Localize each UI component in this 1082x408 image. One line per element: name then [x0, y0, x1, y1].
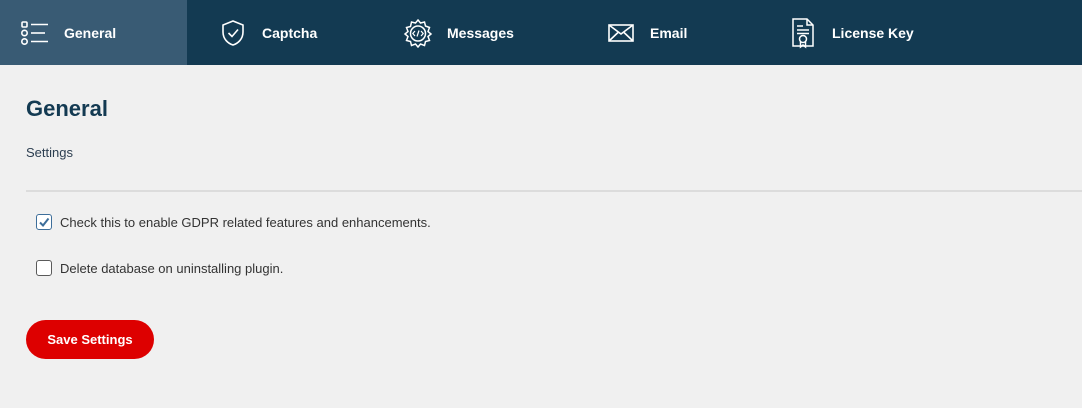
tab-general[interactable]: General — [0, 0, 187, 65]
delete-db-checkbox[interactable] — [36, 260, 52, 276]
checkmark-icon — [39, 217, 50, 228]
tab-email[interactable]: Email — [606, 0, 687, 65]
gdpr-checkbox[interactable] — [36, 214, 52, 230]
tab-captcha-label: Captcha — [262, 24, 318, 41]
page-title: General — [26, 96, 108, 121]
code-gear-icon — [403, 18, 433, 48]
tab-email-label: Email — [650, 24, 688, 41]
certificate-icon — [788, 17, 818, 49]
section-divider — [26, 190, 1082, 192]
tab-license-key-label: License Key — [832, 24, 914, 41]
gdpr-option[interactable]: Check this to enable GDPR related featur… — [36, 214, 431, 230]
gdpr-option-label: Check this to enable GDPR related featur… — [60, 214, 431, 230]
tab-bar: General Captcha Messages Email License K… — [0, 0, 1082, 65]
list-icon — [20, 18, 50, 48]
tab-messages-label: Messages — [447, 24, 514, 41]
delete-db-option-label: Delete database on uninstalling plugin. — [60, 260, 284, 276]
save-settings-button[interactable]: Save Settings — [26, 320, 154, 359]
tab-general-label: General — [64, 24, 117, 41]
delete-db-option[interactable]: Delete database on uninstalling plugin. — [36, 260, 283, 276]
tab-license-key[interactable]: License Key — [788, 0, 914, 65]
envelope-icon — [606, 18, 636, 48]
section-label: Settings — [26, 145, 73, 160]
tab-messages[interactable]: Messages — [403, 0, 514, 65]
tab-captcha[interactable]: Captcha — [218, 0, 317, 65]
shield-check-icon — [218, 18, 248, 48]
